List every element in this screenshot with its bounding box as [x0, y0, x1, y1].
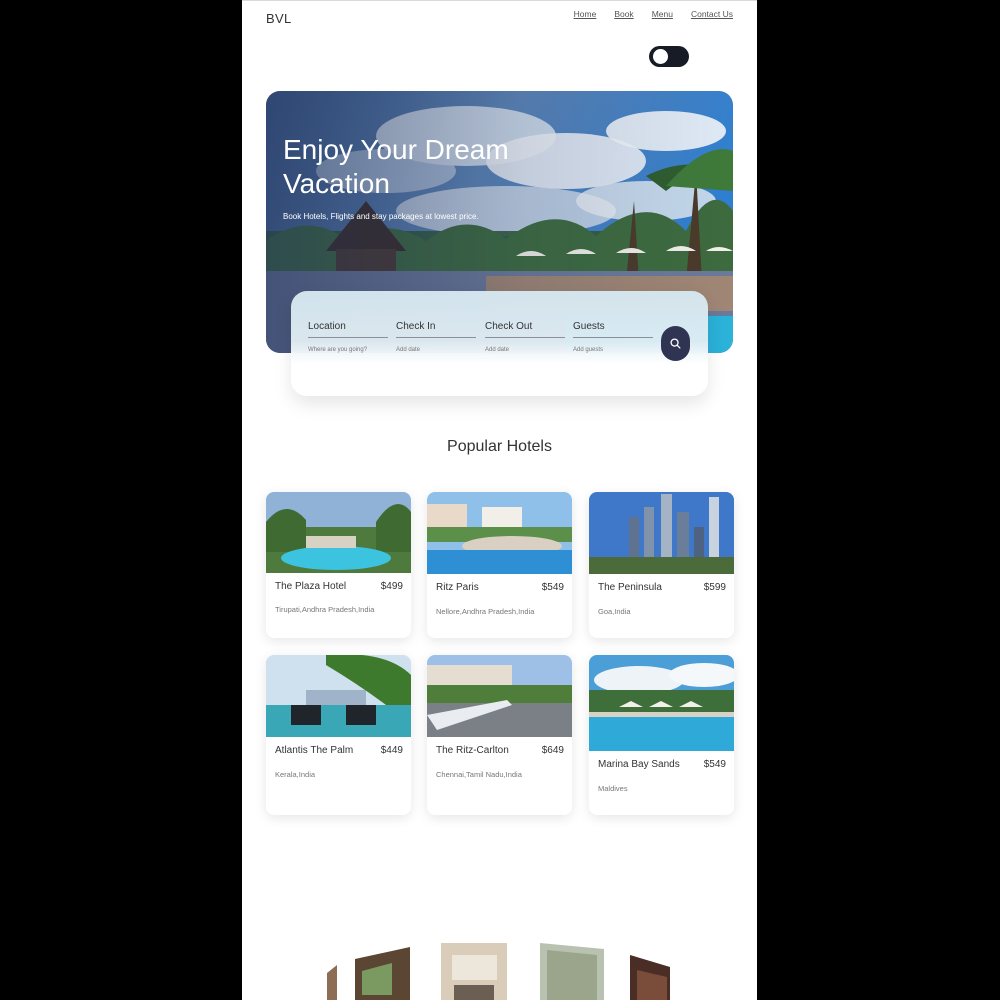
check-in-field[interactable]: Check In Add date [396, 321, 476, 353]
hotel-location: Chennai,Tamil Nadu,India [436, 770, 522, 779]
hotel-name: Marina Bay Sands [598, 759, 680, 770]
hotel-card[interactable]: Marina Bay Sands $549 Maldives [589, 655, 734, 815]
search-panel: Location Where are you going? Check In A… [291, 291, 708, 396]
check-in-placeholder: Add date [396, 347, 421, 353]
nav-home-link[interactable]: Home [574, 9, 597, 19]
hotel-price: $549 [541, 582, 564, 593]
hotel-price: $549 [703, 759, 726, 770]
location-label: Location [308, 321, 388, 338]
gallery-carousel[interactable] [242, 935, 757, 1000]
hotel-card[interactable]: Ritz Paris $549 Nellore,Andhra Pradesh,I… [427, 492, 572, 638]
guests-placeholder: Add guests [573, 347, 604, 353]
hotel-image [427, 492, 572, 574]
hotel-price: $599 [703, 582, 726, 593]
hotel-location: Goa,India [598, 607, 631, 616]
hotel-card[interactable]: The Peninsula $599 Goa,India [589, 492, 734, 638]
hotel-image [266, 492, 411, 573]
hotel-name: The Ritz-Carlton [436, 745, 509, 756]
hero-subtitle: Book Hotels, Flights and stay packages a… [283, 212, 479, 221]
brand-logo[interactable]: BVL [266, 11, 291, 26]
hotel-image [427, 655, 572, 737]
hero-title: Enjoy Your Dream Vacation [283, 134, 509, 199]
location-field[interactable]: Location Where are you going? [308, 321, 388, 353]
check-out-label: Check Out [485, 321, 565, 338]
page: BVL Home Book Menu Contact Us Enjoy Your… [242, 0, 757, 1000]
popular-hotels-heading: Popular Hotels [447, 438, 552, 455]
guests-label: Guests [573, 321, 653, 338]
check-in-label: Check In [396, 321, 476, 338]
hotel-image [589, 655, 734, 751]
hotel-image [266, 655, 411, 737]
check-out-placeholder: Add date [485, 347, 510, 353]
check-out-field[interactable]: Check Out Add date [485, 321, 565, 353]
hotel-name: The Peninsula [598, 582, 662, 593]
hotel-card[interactable]: Atlantis The Palm $449 Kerala,India [266, 655, 411, 815]
toggle-knob [653, 49, 668, 64]
hotel-name: Ritz Paris [436, 582, 479, 593]
search-icon [670, 338, 681, 349]
guests-field[interactable]: Guests Add guests [573, 321, 653, 353]
nav-contact-link[interactable]: Contact Us [691, 9, 733, 19]
hotel-location: Nellore,Andhra Pradesh,India [436, 607, 535, 616]
top-divider [242, 0, 757, 1]
main-nav: Home Book Menu Contact Us [574, 9, 733, 19]
hotel-price: $449 [380, 745, 403, 756]
theme-toggle[interactable] [649, 46, 689, 67]
location-placeholder: Where are you going? [308, 347, 368, 353]
nav-menu-link[interactable]: Menu [652, 9, 673, 19]
hotel-card[interactable]: The Plaza Hotel $499 Tirupati,Andhra Pra… [266, 492, 411, 638]
hotel-price: $649 [541, 745, 564, 756]
hotel-card[interactable]: The Ritz-Carlton $649 Chennai,Tamil Nadu… [427, 655, 572, 815]
hotel-price: $499 [380, 581, 403, 592]
hotel-name: The Plaza Hotel [275, 581, 347, 592]
hotel-location: Maldives [598, 784, 628, 793]
hotel-location: Kerala,India [275, 770, 316, 779]
hotel-name: Atlantis The Palm [275, 745, 354, 756]
hotel-location: Tirupati,Andhra Pradesh,India [275, 605, 375, 614]
search-button[interactable] [661, 326, 690, 361]
hotel-image [589, 492, 734, 574]
nav-book-link[interactable]: Book [614, 9, 633, 19]
